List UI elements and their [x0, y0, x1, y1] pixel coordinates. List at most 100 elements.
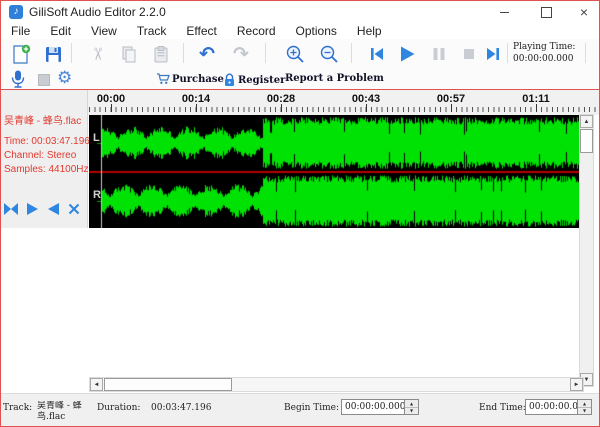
maximize-button[interactable] [531, 1, 561, 23]
settings-button[interactable]: ⚙ [57, 68, 72, 88]
horizontal-scroll-thumb[interactable] [104, 378, 232, 391]
toolbar-separator [507, 43, 508, 63]
cut-button[interactable]: ✂ [85, 42, 109, 66]
report-label: Report a Problem [285, 73, 384, 84]
new-file-button[interactable] [9, 42, 33, 66]
register-label: Register [238, 75, 285, 86]
stop-button[interactable] [457, 42, 481, 66]
paste-button[interactable] [149, 42, 173, 66]
paste-icon [152, 45, 170, 63]
copy-button[interactable] [117, 42, 141, 66]
waveform-display[interactable]: L R [89, 115, 579, 228]
scroll-left-icon: ◄ [94, 382, 100, 388]
menu-item-effect[interactable]: Effect [176, 24, 226, 38]
save-button[interactable] [41, 42, 65, 66]
right-channel-label: R [93, 189, 101, 201]
toolbar-separator [71, 43, 72, 63]
ruler-major-tick [366, 104, 367, 112]
track-status-label: Track: [3, 403, 32, 413]
zoom-out-icon [319, 44, 339, 64]
zoom-out-button[interactable] [317, 42, 341, 66]
left-channel-label: L [93, 132, 100, 144]
vertical-scroll-thumb[interactable] [580, 129, 593, 153]
report-problem-link[interactable]: Report a Problem [285, 73, 384, 84]
end-time-label: End Time: [479, 403, 526, 413]
scroll-up-button[interactable]: ▲ [580, 115, 593, 128]
minimize-icon [500, 12, 509, 13]
spin-down-icon: ▼ [583, 408, 586, 413]
track-back-button[interactable] [44, 200, 62, 218]
pause-icon [431, 46, 447, 62]
record-mic-button[interactable] [8, 69, 28, 89]
end-time-spinner: ▲ ▼ [577, 400, 591, 414]
track-info-panel: 吴青峰 - 蜂鸟.flac Time: 00:03:47.196 Channel… [1, 90, 88, 228]
track-time: Time: 00:03:47.196 [4, 136, 90, 147]
toolbar-separator [585, 43, 586, 63]
track-status-value: 吴青峰 - 蜂鸟.flac [37, 401, 93, 425]
skip-start-icon [368, 45, 386, 63]
stop-icon [462, 47, 476, 61]
begin-time-spinner: ▲ ▼ [404, 400, 418, 414]
timeline-ruler[interactable]: 00:0000:1400:2800:4300:5701:11 [1, 90, 599, 115]
toolbar-separator [183, 43, 184, 63]
register-link[interactable]: Register [223, 73, 285, 87]
undo-button[interactable]: ↶ [195, 42, 219, 66]
menu-item-edit[interactable]: Edit [40, 24, 81, 38]
ruler-major-tick [536, 104, 537, 112]
ruler-major-tick [451, 104, 452, 112]
playing-time: Playing Time: 00:00:00.000 [513, 41, 579, 65]
track-close-button[interactable] [65, 200, 83, 218]
begin-time-label: Begin Time: [284, 403, 339, 413]
begin-time-input[interactable]: 00:00:00.000 ▲ ▼ [341, 399, 419, 415]
end-time-input[interactable]: 00:00:00.000 ▲ ▼ [525, 399, 592, 415]
record-stop-button[interactable] [38, 74, 50, 86]
back-icon [47, 202, 60, 216]
menu-item-options[interactable]: Options [286, 24, 347, 38]
duration-label: Duration: [97, 403, 140, 413]
close-track-icon [68, 203, 80, 215]
toolbar-separator [265, 43, 266, 63]
scroll-down-icon: ▼ [584, 377, 590, 383]
time-value: 00:03:47.196 [31, 136, 89, 147]
end-spin-down-button[interactable]: ▼ [578, 407, 591, 414]
purchase-link[interactable]: Purchase [156, 73, 224, 85]
app-icon: ♪ [9, 5, 23, 19]
track-samples: Samples: 44100Hz [4, 164, 89, 175]
scroll-left-button[interactable]: ◄ [90, 378, 103, 391]
horizontal-scrollbar[interactable]: ◄ ► [89, 377, 584, 392]
scroll-right-button[interactable]: ► [570, 378, 583, 391]
undo-icon: ↶ [199, 44, 215, 64]
menu-item-record[interactable]: Record [227, 24, 286, 38]
app-window: ♪ GiliSoft Audio Editor 2.2.0 × FileEdit… [0, 0, 600, 427]
pause-button[interactable] [427, 42, 451, 66]
window-title: GiliSoft Audio Editor 2.2.0 [29, 5, 166, 19]
save-icon [44, 45, 63, 64]
microphone-icon [8, 69, 28, 89]
minor-ticks [89, 107, 599, 112]
track-buttons [2, 200, 83, 218]
vertical-scrollbar[interactable]: ▲ ▼ [579, 114, 594, 387]
skip-start-button[interactable] [365, 42, 389, 66]
ruler-major-tick [196, 104, 197, 112]
minimize-button[interactable] [489, 1, 519, 23]
redo-button[interactable]: ↷ [229, 42, 253, 66]
menu-item-file[interactable]: File [1, 24, 40, 38]
skip-end-button[interactable] [481, 42, 505, 66]
zoom-in-button[interactable] [283, 42, 307, 66]
ruler-major-tick [281, 104, 282, 112]
playing-time-value: 00:00:00.000 [513, 53, 579, 65]
waveform-canvas[interactable] [89, 115, 579, 228]
redo-icon: ↷ [233, 44, 249, 64]
track-rewind-button[interactable] [2, 200, 20, 218]
close-button[interactable]: × [569, 1, 599, 23]
menu-item-help[interactable]: Help [347, 24, 392, 38]
menu-item-view[interactable]: View [81, 24, 127, 38]
play-icon [397, 44, 417, 64]
spin-up-icon: ▲ [410, 401, 413, 406]
menu-item-track[interactable]: Track [127, 24, 177, 38]
copy-icon [120, 45, 138, 63]
play-button[interactable] [395, 42, 419, 66]
begin-time-value: 00:00:00.000 [345, 402, 405, 412]
track-play-button[interactable] [23, 200, 41, 218]
begin-spin-down-button[interactable]: ▼ [405, 407, 418, 414]
